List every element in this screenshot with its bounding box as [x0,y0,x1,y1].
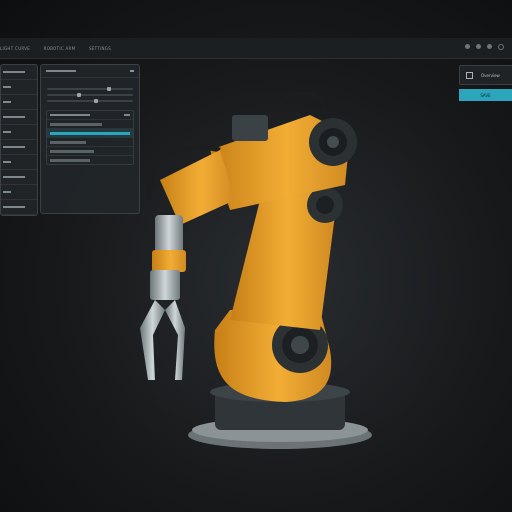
sidebar-item[interactable] [1,185,37,200]
cable [268,91,327,112]
menu-item-2[interactable]: ROBOTIC ARM [44,46,76,51]
panel-title-placeholder [46,70,76,72]
sidebar-item[interactable] [1,170,37,185]
cube-icon [466,71,473,79]
sidebar-item[interactable] [1,125,37,140]
gripper-left-finger [140,300,165,380]
sidebar-item[interactable] [1,65,37,80]
sidebar-item[interactable] [1,200,37,215]
wrist [155,215,183,255]
sidebar-item[interactable] [1,140,37,155]
overview-card[interactable]: Overview [459,65,512,85]
window-close-icon[interactable] [487,44,492,49]
menubar-items: LIGHT CURVE ROBOTIC ARM SETTINGS [0,46,123,51]
left-sidebar [0,64,38,216]
sidebar-item[interactable] [1,95,37,110]
panel-menu-icon[interactable] [130,70,134,72]
window-max-icon[interactable] [476,44,481,49]
window-controls [465,44,504,50]
menu-item-3[interactable]: SETTINGS [89,46,111,51]
menu-item-1[interactable]: LIGHT CURVE [0,46,30,51]
sidebar-item[interactable] [1,110,37,125]
app-menubar: LIGHT CURVE ROBOTIC ARM SETTINGS [0,38,512,59]
window-min-icon[interactable] [465,44,470,49]
save-button[interactable]: SAVE [459,89,512,101]
motor-housing [232,115,268,141]
overview-label: Overview [481,72,500,78]
sidebar-item[interactable] [1,80,37,95]
robot-arm [140,91,372,449]
panel-header [41,65,139,78]
window-extra-icon[interactable] [498,44,504,50]
gripper-right-finger [165,300,185,380]
sidebar-item[interactable] [1,155,37,170]
